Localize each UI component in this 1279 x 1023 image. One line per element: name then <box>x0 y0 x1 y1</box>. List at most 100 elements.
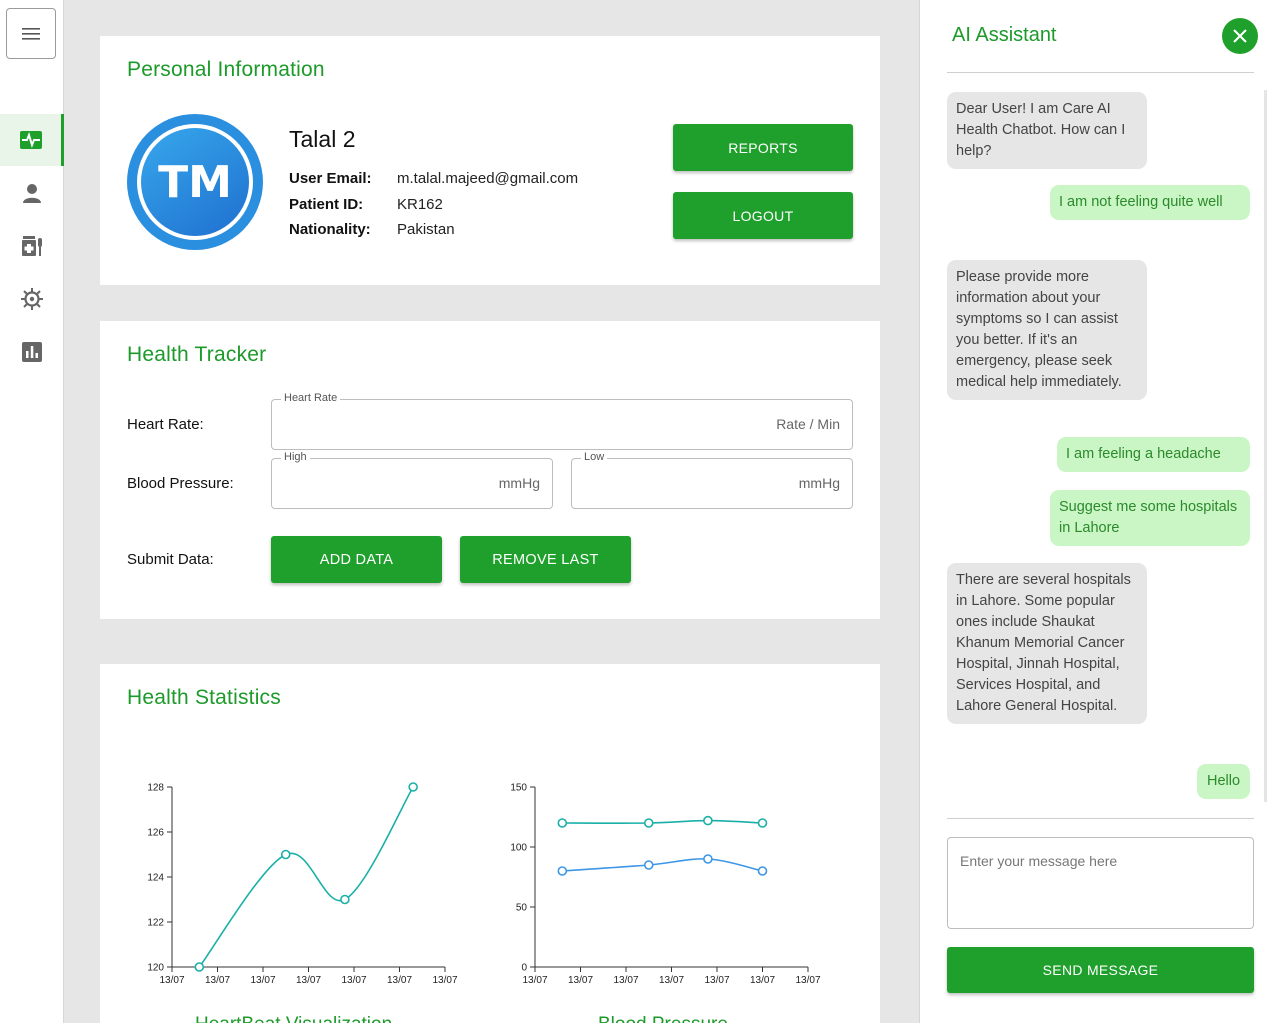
y-tick-label: 120 <box>147 963 164 974</box>
data-point <box>557 818 568 828</box>
x-tick-label: 13/07 <box>250 975 275 986</box>
heartbeat-chart: 120 122 124 126 128 13/07 13/07 13/07 13/07 13/07… <box>147 782 458 986</box>
health-tracker-title: Health Tracker <box>127 343 267 366</box>
bp-high-input[interactable]: High mmHg <box>271 451 553 509</box>
patient-id-label: Patient ID: <box>289 196 364 213</box>
x-tick-label: 13/07 <box>387 975 412 986</box>
nav-item-statistics[interactable] <box>0 326 64 378</box>
x-tick-label: 13/07 <box>296 975 321 986</box>
person-icon <box>23 184 41 203</box>
bar-chart-icon <box>22 342 42 362</box>
x-tick-label: 13/07 <box>341 975 366 986</box>
x-tick-label: 13/07 <box>795 975 820 986</box>
email-value: m.talal.majeed@gmail.com <box>397 170 579 187</box>
patient-id-value: KR162 <box>397 196 443 213</box>
series-line <box>198 786 414 968</box>
x-tick-label: 13/07 <box>432 975 457 986</box>
blood-pressure-chart: 0 50 100 150 13/07 13/07 13/07 13/07 13/07 13/07 1… <box>510 783 821 987</box>
logout-button[interactable]: LOGOUT <box>673 192 853 239</box>
chat-message-bot: Please provide more information about yo… <box>947 260 1147 400</box>
avatar-initials: TM <box>137 124 253 240</box>
personal-info-title: Personal Information <box>127 58 325 81</box>
chat-message-user: I am feeling a headache <box>1057 437 1250 472</box>
chat-message-user: Suggest me some hospitals in Lahore <box>1050 490 1250 546</box>
y-tick-label: 124 <box>147 873 164 884</box>
y-tick-label: 126 <box>147 828 164 839</box>
bp-low-input[interactable]: Low mmHg <box>571 451 853 509</box>
chat-message-input[interactable]: Enter your message here <box>947 837 1254 929</box>
x-tick-label: 13/07 <box>205 975 230 986</box>
x-tick-label: 13/07 <box>522 975 547 986</box>
avatar: TM <box>127 114 263 250</box>
heartbeat-chart-caption: HeartBeat Visualization <box>195 1014 392 1023</box>
series-line <box>562 819 763 824</box>
nav-item-health-tracker[interactable] <box>0 114 64 166</box>
send-message-button[interactable]: SEND MESSAGE <box>947 947 1254 993</box>
x-tick-label: 13/07 <box>568 975 593 986</box>
x-tick-label: 13/07 <box>613 975 638 986</box>
y-tick-label: 50 <box>516 903 528 914</box>
y-tick-label: 100 <box>510 843 527 854</box>
email-label: User Email: <box>289 170 372 187</box>
series-line <box>562 858 763 872</box>
heart-rate-legend: Heart Rate <box>281 392 341 404</box>
x-tick-label: 13/07 <box>159 975 184 986</box>
blood-pressure-label: Blood Pressure: <box>127 475 234 492</box>
ai-assistant-title: AI Assistant <box>952 24 1057 46</box>
reports-button[interactable]: REPORTS <box>673 124 853 171</box>
personal-info-card: Personal Information TM Talal 2 User Ema… <box>100 36 880 285</box>
health-statistics-title: Health Statistics <box>127 686 281 709</box>
data-point <box>703 854 713 864</box>
chat-message-bot: There are several hospitals in Lahore. S… <box>947 563 1147 724</box>
nationality-label: Nationality: <box>289 221 371 238</box>
bp-high-legend: High <box>281 451 310 463</box>
x-tick-label: 13/07 <box>750 975 775 986</box>
x-tick-label: 13/07 <box>704 975 729 986</box>
data-point <box>703 815 713 826</box>
submit-data-label: Submit Data: <box>127 551 214 568</box>
health-tracker-card: Health Tracker Heart Rate: Heart Rate Ra… <box>100 321 880 619</box>
health-statistics-card: Health Statistics 120 122 124 126 128 13/07 13… <box>100 664 880 1023</box>
menu-button[interactable] <box>6 8 56 59</box>
add-data-button[interactable]: ADD DATA <box>271 536 442 583</box>
y-tick-label: 150 <box>510 783 527 794</box>
y-tick-label: 122 <box>147 918 164 929</box>
close-assistant-button[interactable] <box>1222 18 1258 54</box>
remove-last-button[interactable]: REMOVE LAST <box>460 536 631 583</box>
heart-monitor-icon <box>19 131 42 149</box>
medicine-icon <box>22 236 42 256</box>
chat-message-bot: Dear User! I am Care AI Health Chatbot. … <box>947 92 1147 169</box>
main-content: Personal Information TM Talal 2 User Ema… <box>64 0 919 1023</box>
data-point <box>757 866 768 876</box>
data-point <box>408 782 418 792</box>
blood-pressure-chart-caption: Blood Pressure <box>598 1014 728 1023</box>
header-divider <box>947 72 1254 73</box>
heart-rate-unit: Rate / Min <box>776 416 840 432</box>
ai-assistant-panel: AI Assistant Dear User! I am Care AI Hea… <box>919 0 1279 1023</box>
hamburger-icon <box>22 27 40 40</box>
y-tick-label: 128 <box>147 783 164 794</box>
chat-message-user: I am not feeling quite well <box>1050 185 1250 220</box>
heart-rate-input[interactable]: Heart Rate Rate / Min <box>271 392 853 450</box>
nationality-value: Pakistan <box>397 221 455 238</box>
bp-low-legend: Low <box>581 451 608 463</box>
left-navigation <box>0 0 64 1023</box>
nav-item-medicine[interactable] <box>0 220 64 272</box>
patient-name: Talal 2 <box>289 126 356 152</box>
chat-scrollbar[interactable] <box>1264 90 1267 802</box>
y-tick-label: 0 <box>521 963 527 974</box>
heart-rate-label: Heart Rate: <box>127 416 204 433</box>
nav-item-profile[interactable] <box>0 167 64 219</box>
data-point <box>757 818 768 828</box>
close-icon <box>1233 29 1247 43</box>
x-tick-label: 13/07 <box>659 975 684 986</box>
data-point <box>643 860 654 870</box>
input-divider <box>947 818 1254 819</box>
data-point <box>194 962 205 972</box>
virus-icon <box>21 288 43 310</box>
chat-message-user: Hello <box>1197 764 1250 799</box>
data-point <box>557 866 568 876</box>
nav-item-virus[interactable] <box>0 273 64 325</box>
data-point <box>340 894 350 905</box>
bp-high-unit: mmHg <box>498 475 540 491</box>
